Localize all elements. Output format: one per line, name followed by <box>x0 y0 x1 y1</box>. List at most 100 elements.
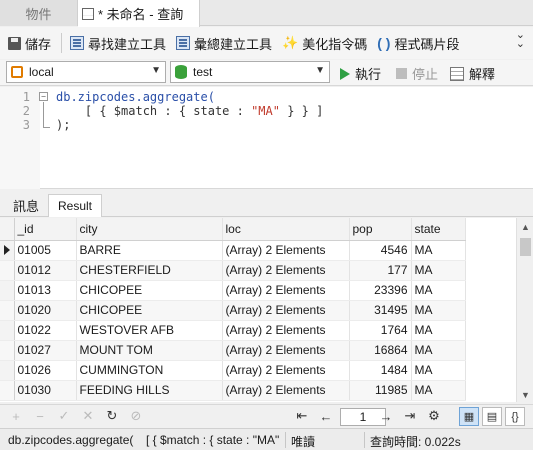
cell-pop[interactable]: 177 <box>349 260 412 281</box>
cell-city[interactable]: MOUNT TOM <box>76 340 223 361</box>
refresh-icon[interactable]: ↻ <box>104 408 120 424</box>
last-page-icon[interactable]: ⇥ <box>402 408 418 424</box>
database-value: test <box>193 65 213 79</box>
cell-loc[interactable]: (Array) 2 Elements <box>222 240 350 261</box>
cell-loc[interactable]: (Array) 2 Elements <box>222 260 350 281</box>
cell-city[interactable]: BARRE <box>76 240 223 261</box>
database-select[interactable]: test ▼ <box>170 61 330 83</box>
cell-loc[interactable]: (Array) 2 Elements <box>222 300 350 321</box>
play-icon <box>340 67 350 80</box>
fold-toggle-icon[interactable]: − <box>39 92 48 101</box>
cell-pop[interactable]: 1764 <box>349 320 412 341</box>
cell-id[interactable]: 01013 <box>14 280 77 301</box>
fold-guide <box>43 102 44 128</box>
table-row[interactable]: 01012 CHESTERFIELD (Array) 2 Elements 17… <box>0 260 466 281</box>
cell-loc[interactable]: (Array) 2 Elements <box>222 380 350 401</box>
cell-pop[interactable]: 23396 <box>349 280 412 301</box>
toolbar-overflow-button[interactable]: ⌄ ⌄ <box>516 30 525 50</box>
cell-loc[interactable]: (Array) 2 Elements <box>222 280 350 301</box>
cell-loc[interactable]: (Array) 2 Elements <box>222 340 350 361</box>
cell-pop[interactable]: 31495 <box>349 300 412 321</box>
cell-pop[interactable]: 16864 <box>349 340 412 361</box>
stop-button[interactable]: 停止 <box>396 64 438 83</box>
cell-state[interactable]: MA <box>411 280 466 301</box>
discard-x-icon[interactable]: ✕ <box>80 408 96 424</box>
column-header-state[interactable]: state <box>411 218 466 241</box>
result-table: _id city loc pop state 01005 BARRE (Arra… <box>0 218 466 401</box>
table-row[interactable]: 01020 CHICOPEE (Array) 2 Elements 31495 … <box>0 300 466 321</box>
add-record-icon[interactable]: + <box>8 408 24 424</box>
row-indicator <box>0 280 15 301</box>
tab-query[interactable]: * 未命名 - 查詢 <box>78 0 200 27</box>
cell-id[interactable]: 01020 <box>14 300 77 321</box>
result-grid[interactable]: _id city loc pop state 01005 BARRE (Arra… <box>0 218 533 402</box>
next-page-icon[interactable]: → <box>378 408 394 424</box>
cell-state[interactable]: MA <box>411 360 466 381</box>
table-row[interactable]: 01026 CUMMINGTON (Array) 2 Elements 1484… <box>0 360 466 381</box>
scroll-down-icon[interactable]: ▼ <box>521 390 530 400</box>
beautify-button[interactable]: ✨ 美化指令碼 <box>282 34 367 53</box>
cell-id[interactable]: 01012 <box>14 260 77 281</box>
cell-pop[interactable]: 4546 <box>349 240 412 261</box>
settings-gear-icon[interactable]: ⚙ <box>426 408 442 424</box>
run-button[interactable]: 執行 <box>340 64 381 83</box>
cell-id[interactable]: 01030 <box>14 380 77 401</box>
column-header-city[interactable]: city <box>76 218 223 241</box>
delete-record-icon[interactable]: − <box>32 408 48 424</box>
column-header-id[interactable]: _id <box>14 218 77 241</box>
column-header-pop[interactable]: pop <box>349 218 412 241</box>
cell-city[interactable]: CHICOPEE <box>76 280 223 301</box>
tab-result[interactable]: Result <box>48 194 102 217</box>
tab-info[interactable]: 訊息 <box>4 194 48 217</box>
explain-button[interactable]: 解釋 <box>450 64 495 83</box>
json-view-button[interactable]: {} <box>505 407 525 426</box>
cell-id[interactable]: 01005 <box>14 240 77 261</box>
vertical-scrollbar[interactable]: ▲ ▼ <box>516 218 533 402</box>
cell-city[interactable]: FEEDING HILLS <box>76 380 223 401</box>
cell-city[interactable]: CUMMINGTON <box>76 360 223 381</box>
magic-wand-icon: ✨ <box>282 35 299 50</box>
grid-view-button[interactable]: ▦ <box>459 407 479 426</box>
code-snippet-button[interactable]: ( ) 程式碼片段 <box>377 34 459 53</box>
cell-state[interactable]: MA <box>411 380 466 401</box>
table-row[interactable]: 01027 MOUNT TOM (Array) 2 Elements 16864… <box>0 340 466 361</box>
cell-city[interactable]: CHESTERFIELD <box>76 260 223 281</box>
code-editor[interactable]: 1 − db.zipcodes.aggregate( 2 [ { $match … <box>0 87 533 189</box>
previous-page-icon[interactable]: ← <box>318 408 334 424</box>
first-page-icon[interactable]: ⇤ <box>294 408 310 424</box>
cell-city[interactable]: CHICOPEE <box>76 300 223 321</box>
form-view-button[interactable]: ▤ <box>482 407 502 426</box>
cell-state[interactable]: MA <box>411 320 466 341</box>
column-header-loc[interactable]: loc <box>222 218 350 241</box>
table-row[interactable]: 01022 WESTOVER AFB (Array) 2 Elements 17… <box>0 320 466 341</box>
cell-state[interactable]: MA <box>411 260 466 281</box>
cell-loc[interactable]: (Array) 2 Elements <box>222 320 350 341</box>
stop-circle-icon[interactable]: ⊘ <box>128 408 144 424</box>
tab-objects-label: 物件 <box>25 6 52 22</box>
cell-state[interactable]: MA <box>411 300 466 321</box>
table-row[interactable]: 01013 CHICOPEE (Array) 2 Elements 23396 … <box>0 280 466 301</box>
table-row[interactable]: 01030 FEEDING HILLS (Array) 2 Elements 1… <box>0 380 466 401</box>
apply-check-icon[interactable]: ✓ <box>56 408 72 424</box>
cell-state[interactable]: MA <box>411 240 466 261</box>
cell-pop[interactable]: 1484 <box>349 360 412 381</box>
row-indicator <box>0 300 15 321</box>
scroll-up-icon[interactable]: ▲ <box>521 222 530 232</box>
document-tab-strip: 物件 * 未命名 - 查詢 <box>0 0 533 27</box>
tab-objects[interactable]: 物件 <box>0 0 78 26</box>
save-button[interactable]: 儲存 <box>8 34 51 53</box>
cell-loc[interactable]: (Array) 2 Elements <box>222 360 350 381</box>
cell-id[interactable]: 01022 <box>14 320 77 341</box>
cell-city[interactable]: WESTOVER AFB <box>76 320 223 341</box>
aggregate-builder-button[interactable]: 彙總建立工具 <box>176 34 272 53</box>
aggregate-builder-icon <box>176 36 191 50</box>
find-builder-button[interactable]: 尋找建立工具 <box>70 34 166 53</box>
cell-state[interactable]: MA <box>411 340 466 361</box>
cell-pop[interactable]: 11985 <box>349 380 412 401</box>
cell-id[interactable]: 01026 <box>14 360 77 381</box>
cell-id[interactable]: 01027 <box>14 340 77 361</box>
status-query-time: 查詢時間: 0.022s <box>370 435 461 449</box>
scrollbar-thumb[interactable] <box>520 238 531 256</box>
connection-select[interactable]: local ▼ <box>6 61 166 83</box>
table-row[interactable]: 01005 BARRE (Array) 2 Elements 4546 MA <box>0 240 466 261</box>
